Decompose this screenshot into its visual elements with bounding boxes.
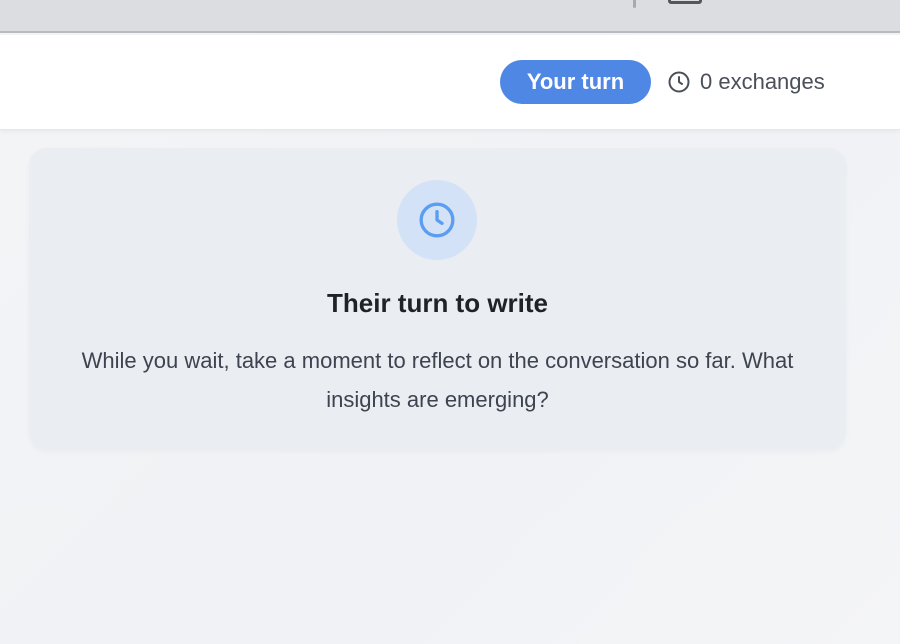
waiting-message: While you wait, take a moment to reflect… (81, 348, 794, 412)
exchange-counter: 0 exchanges (667, 68, 825, 96)
browser-chrome (0, 0, 900, 33)
waiting-card: Their turn to write While you wait, take… (29, 148, 846, 450)
turn-status-badge[interactable]: Your turn (500, 60, 651, 104)
clock-icon (667, 70, 691, 94)
waiting-title: Their turn to write (327, 288, 548, 318)
exchange-count-label: 0 exchanges (700, 69, 825, 94)
turn-status-label: Your turn (526, 69, 625, 94)
clock-icon (419, 202, 455, 238)
window-icon[interactable] (668, 0, 702, 4)
waiting-icon-badge (397, 180, 477, 260)
toolbar-divider (633, 0, 636, 8)
conversation-header: Your turn 0 exchanges (0, 35, 900, 130)
